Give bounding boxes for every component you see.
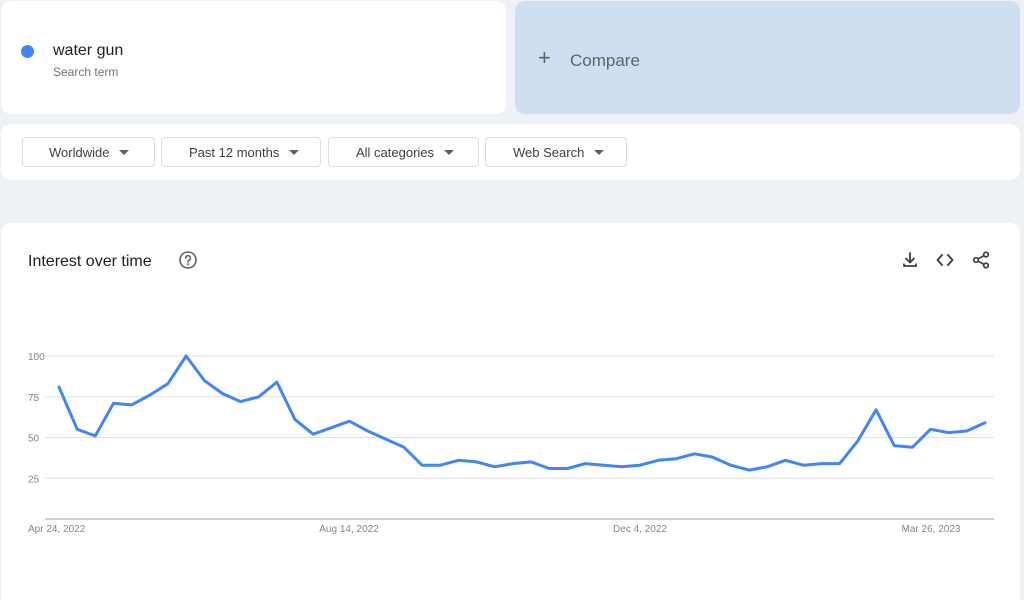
search-term-card[interactable]: water gun Search term: [1, 1, 506, 114]
x-tick-label: Mar 26, 2023: [902, 524, 961, 535]
y-tick-label: 50: [28, 434, 40, 445]
time-range-dropdown[interactable]: Past 12 months: [161, 137, 321, 167]
search-term-name[interactable]: water gun: [53, 42, 123, 60]
category-dropdown[interactable]: All categories: [328, 137, 479, 167]
x-tick-label: Aug 14, 2022: [319, 524, 379, 535]
series-color-dot: [21, 45, 34, 58]
search-term-sublabel: Search term: [53, 65, 119, 79]
y-tick-label: 75: [28, 393, 40, 404]
x-tick-label: Dec 4, 2022: [613, 524, 667, 535]
series-line: [57, 354, 987, 472]
time-range-dropdown-label: Past 12 months: [189, 144, 280, 160]
dropdown-arrow-icon: [594, 149, 605, 155]
region-dropdown[interactable]: Worldwide: [22, 137, 155, 167]
y-tick-label: 100: [28, 352, 45, 363]
interest-over-time-card: Interest over time 100 75 50 25 Apr 24, 2022…: [1, 223, 1020, 600]
dropdown-arrow-icon: [289, 149, 300, 155]
search-type-dropdown[interactable]: Web Search: [485, 137, 627, 167]
x-tick-label: Apr 24, 2022: [28, 524, 86, 535]
compare-label: Compare: [570, 51, 640, 70]
line-chart: 100 75 50 25 Apr 24, 2022 Aug 14, 2022 Dec 4, …: [28, 352, 994, 535]
y-tick-label: 25: [28, 474, 40, 485]
dropdown-arrow-icon: [119, 149, 130, 155]
filter-bar: Worldwide Past 12 months All categories …: [1, 124, 1020, 180]
search-type-dropdown-label: Web Search: [513, 144, 585, 160]
plus-icon: +: [538, 45, 551, 70]
category-dropdown-label: All categories: [356, 144, 435, 160]
region-dropdown-label: Worldwide: [49, 144, 110, 160]
dropdown-arrow-icon: [444, 149, 455, 155]
